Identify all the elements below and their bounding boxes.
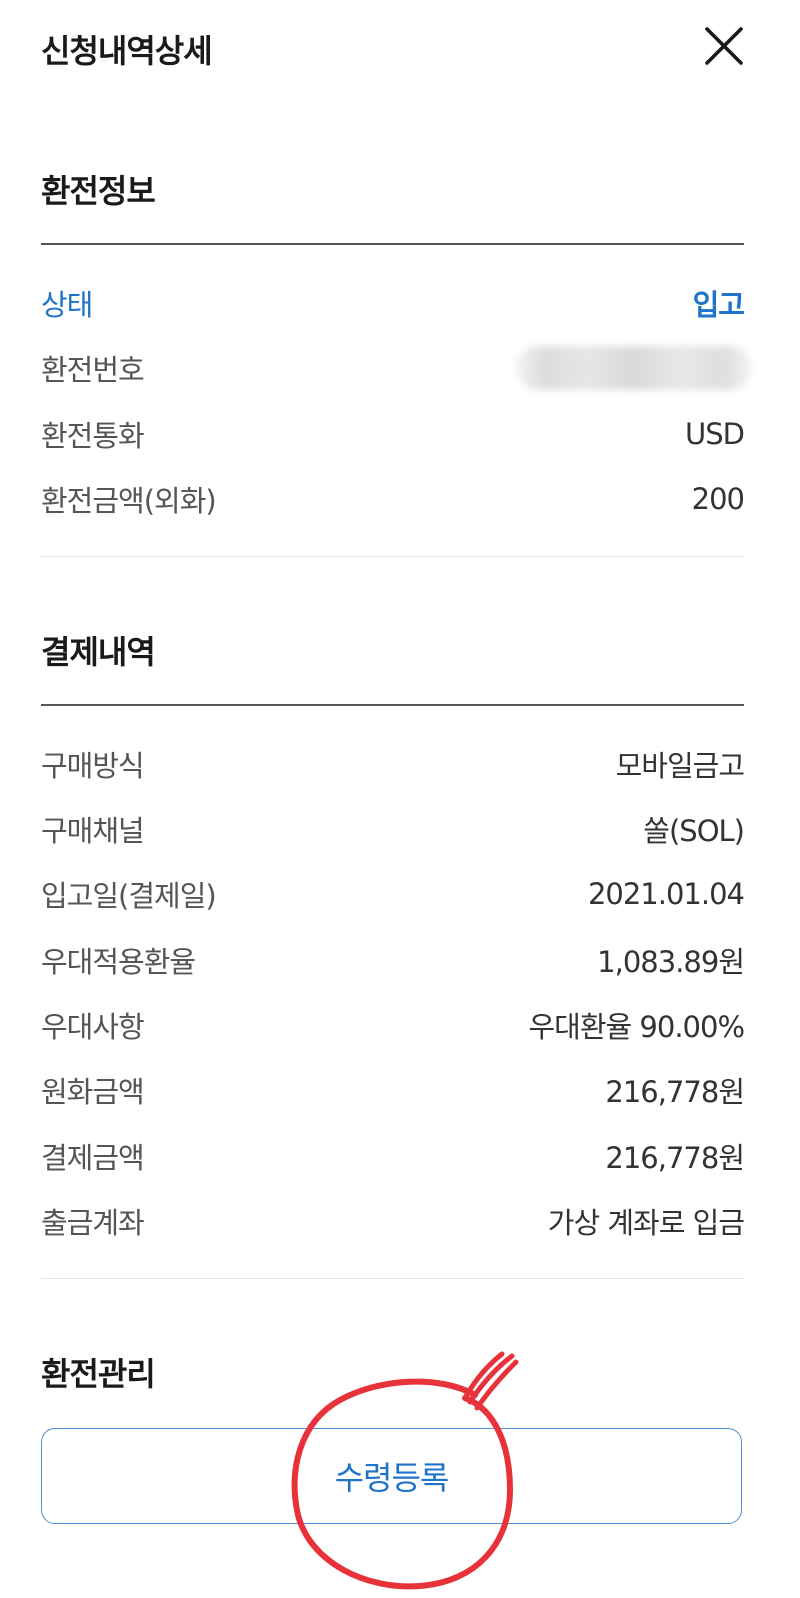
preferential-rate-row: 우대적용환율 1,083.89원 (41, 937, 745, 983)
purchase-method-row: 구매방식 모바일금고 (41, 741, 745, 787)
exchange-currency-value: USD (685, 417, 745, 451)
deposit-date-value: 2021.01.04 (587, 877, 745, 911)
withdrawal-account-row: 출금계좌 가상 계좌로 입금 (41, 1198, 745, 1244)
divider (41, 1278, 744, 1279)
foreign-amount-row: 환전금액(외화) 200 (41, 476, 745, 522)
purchase-method-value: 모바일금고 (615, 749, 745, 783)
exchange-number-value-redacted (516, 346, 752, 390)
pickup-registration-button[interactable]: 수령등록 (41, 1428, 742, 1524)
status-label: 상태 (41, 288, 93, 322)
exchange-number-row: 환전번호 (41, 345, 752, 391)
close-icon (705, 27, 743, 65)
exchange-currency-row: 환전통화 USD (41, 411, 745, 457)
foreign-amount-value: 200 (691, 482, 745, 516)
exchange-management-title: 환전관리 (41, 1355, 156, 1393)
deposit-date-row: 입고일(결제일) 2021.01.04 (41, 871, 745, 917)
close-button[interactable] (700, 22, 748, 70)
page-title: 신청내역상세 (41, 32, 213, 70)
foreign-amount-label: 환전금액(외화) (41, 484, 217, 518)
divider (41, 556, 744, 557)
deposit-date-label: 입고일(결제일) (41, 879, 217, 913)
header: 신청내역상세 (0, 0, 800, 96)
purchase-channel-row: 구매채널 쏠(SOL) (41, 806, 745, 852)
purchase-channel-value: 쏠(SOL) (643, 814, 745, 848)
preference-row: 우대사항 우대환율 90.00% (41, 1002, 745, 1048)
payment-amount-row: 결제금액 216,778원 (41, 1133, 745, 1179)
exchange-number-label: 환전번호 (41, 353, 145, 387)
status-value: 입고 (692, 288, 745, 322)
exchange-currency-label: 환전통화 (41, 419, 145, 453)
status-row: 상태 입고 (41, 280, 745, 326)
section-divider (41, 243, 744, 245)
section-divider (41, 704, 744, 706)
krw-amount-label: 원화금액 (41, 1075, 145, 1109)
purchase-channel-label: 구매채널 (41, 814, 145, 848)
payment-amount-label: 결제금액 (41, 1141, 145, 1175)
purchase-method-label: 구매방식 (41, 749, 145, 783)
preference-value: 우대환율 90.00% (528, 1010, 745, 1044)
payment-amount-value: 216,778원 (605, 1141, 745, 1175)
preferential-rate-value: 1,083.89원 (597, 945, 745, 979)
krw-amount-value: 216,778원 (605, 1075, 745, 1109)
withdrawal-account-value: 가상 계좌로 입금 (547, 1206, 745, 1240)
preference-label: 우대사항 (41, 1010, 145, 1044)
withdrawal-account-label: 출금계좌 (41, 1206, 145, 1240)
krw-amount-row: 원화금액 216,778원 (41, 1067, 745, 1113)
payment-details-title: 결제내역 (41, 633, 156, 671)
preferential-rate-label: 우대적용환율 (41, 945, 196, 979)
exchange-info-title: 환전정보 (41, 172, 156, 210)
